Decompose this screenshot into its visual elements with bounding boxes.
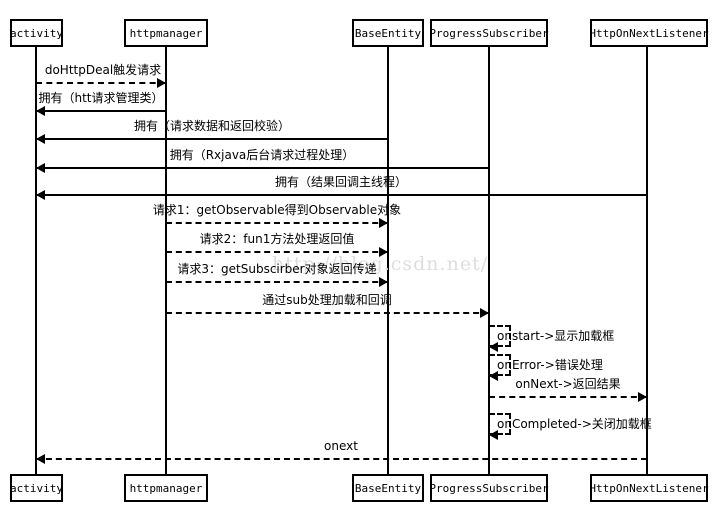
message-line-12 (489, 396, 647, 398)
lifeline-label: HttpOnNextListener (589, 481, 709, 495)
message-label-1: doHttpDeal触发请求 (44, 63, 162, 77)
message-label-4: 拥有（Rxjava后台请求过程处理） (169, 148, 355, 162)
message-label-3: 拥有（请求数据和返回校验） (133, 119, 291, 133)
arrow-head-left-5 (36, 190, 45, 200)
arrow-head-right-7 (379, 247, 388, 257)
lifeline-label: httpmanager (129, 26, 203, 40)
lifeline-header-progresssubscriber-bottom[interactable]: ProgressSubscriber (429, 474, 549, 502)
lifeline-header-activity-top[interactable]: activity (10, 19, 63, 47)
arrow-head-left-14 (36, 454, 45, 464)
arrow-head-right-9 (480, 308, 489, 318)
arrow-head-left-11 (489, 371, 498, 381)
lifeline-header-httpmanager-bottom[interactable]: httpmanager (124, 474, 208, 502)
self-message-label-11: onError->错误处理 (497, 358, 603, 372)
message-line-2 (36, 110, 166, 112)
lifeline-header-baseentity-top[interactable]: BaseEntity (352, 19, 424, 47)
arrow-head-left-4 (36, 163, 45, 173)
arrow-head-right-12 (638, 392, 647, 402)
arrow-head-right-8 (379, 277, 388, 287)
message-label-2: 拥有（htt请求管理类） (38, 91, 164, 105)
self-message-label-10: onstart->显示加载框 (497, 329, 615, 343)
arrow-head-right-1 (157, 78, 166, 88)
message-line-1 (36, 82, 166, 84)
lifeline-label: ProgressSubscriber (429, 481, 549, 495)
message-line-8 (166, 281, 388, 283)
arrow-head-left-2 (36, 106, 45, 116)
message-line-14 (36, 458, 647, 460)
message-label-12: onNext->返回结果 (515, 377, 621, 391)
lifeline-label: activity (10, 481, 63, 495)
lifeline-label: ProgressSubscriber (429, 26, 549, 40)
lifeline-label: BaseEntity (354, 481, 422, 495)
message-label-5: 拥有（结果回调主线程） (274, 175, 408, 189)
lifeline-label: httpmanager (129, 481, 203, 495)
sequence-diagram-canvas: http://blog.csdn.net/ activity activity ht… (0, 0, 717, 511)
lifeline-progresssubscriber (488, 47, 490, 474)
message-line-7 (166, 251, 388, 253)
message-label-6: 请求1：getObservable得到Observable对象 (152, 203, 402, 217)
message-line-4 (36, 167, 489, 169)
message-line-6 (166, 222, 388, 224)
lifeline-header-activity-bottom[interactable]: activity (10, 474, 63, 502)
lifeline-label: BaseEntity (354, 26, 422, 40)
lifeline-label: HttpOnNextListener (589, 26, 709, 40)
lifeline-header-baseentity-bottom[interactable]: BaseEntity (352, 474, 424, 502)
message-line-3 (36, 138, 388, 140)
message-line-9 (166, 312, 489, 314)
lifeline-header-httpmanager-top[interactable]: httpmanager (124, 19, 208, 47)
arrow-head-right-6 (379, 218, 388, 228)
arrow-head-left-13 (489, 430, 498, 440)
self-message-label-13: onCompleted->关闭加载框 (497, 417, 652, 431)
arrow-head-left-10 (489, 342, 498, 352)
lifeline-label: activity (10, 26, 63, 40)
lifeline-httponnextlistener (646, 47, 648, 474)
lifeline-header-progresssubscriber-top[interactable]: ProgressSubscriber (429, 19, 549, 47)
lifeline-header-httponnextlistener-top[interactable]: HttpOnNextListener (589, 19, 709, 47)
message-label-7: 请求2：fun1方法处理返回值 (199, 232, 355, 246)
message-line-5 (36, 194, 647, 196)
message-label-14: onext (324, 439, 358, 453)
message-label-8: 请求3：getSubscirber对象返回传递 (177, 262, 377, 276)
message-label-9: 通过sub处理加载和回调 (262, 293, 392, 307)
lifeline-header-httponnextlistener-bottom[interactable]: HttpOnNextListener (589, 474, 709, 502)
arrow-head-left-3 (36, 134, 45, 144)
